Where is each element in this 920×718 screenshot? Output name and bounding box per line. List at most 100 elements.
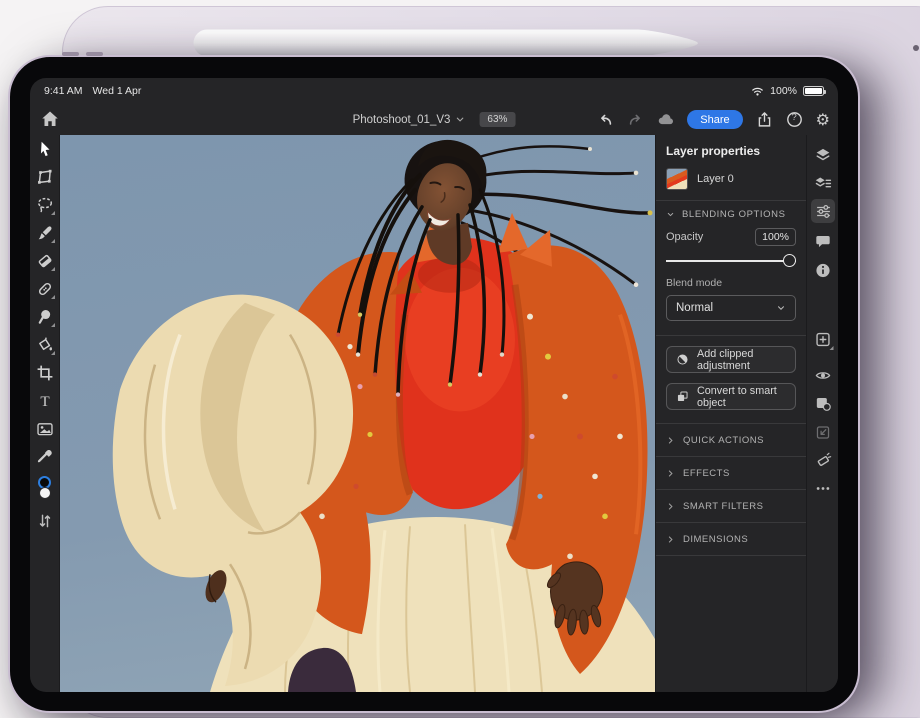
color-swatches — [35, 476, 55, 502]
clipped-adjustment-icon — [676, 353, 689, 366]
section-label: SMART FILTERS — [683, 501, 763, 512]
cloud-sync-icon[interactable] — [657, 111, 674, 128]
settings-gear-icon[interactable]: ⚙ — [816, 112, 830, 128]
tool-options-triangle — [51, 323, 55, 327]
place-image-tool[interactable] — [36, 420, 54, 438]
blending-options-header[interactable]: BLENDING OPTIONS — [656, 201, 806, 228]
section-smart-filters[interactable]: SMART FILTERS — [656, 490, 806, 523]
type-tool[interactable] — [36, 392, 54, 410]
photoshop-app-screen: 9:41 AM Wed 1 Apr 100% Photoshoot_01_V3 — [30, 78, 838, 692]
stage: 9:41 AM Wed 1 Apr 100% Photoshoot_01_V3 — [0, 0, 920, 718]
section-label: EFFECTS — [683, 468, 730, 479]
document-group: Photoshoot_01_V3 63% — [353, 104, 516, 135]
document-canvas[interactable] — [60, 135, 655, 692]
opacity-slider[interactable] — [666, 254, 796, 268]
document-title-dropdown[interactable]: Photoshoot_01_V3 — [353, 114, 466, 126]
move-tool[interactable] — [36, 140, 54, 158]
adjust-sliders-selected[interactable] — [811, 199, 835, 223]
clone-stamp-tool[interactable] — [36, 308, 54, 326]
tool-options-triangle — [51, 267, 55, 271]
background-color-swatch[interactable] — [39, 487, 51, 499]
volume-down-button — [86, 52, 103, 56]
eyedropper-tool[interactable] — [36, 448, 54, 466]
adjust-sliders-icon — [815, 203, 832, 220]
tool-options-triangle — [51, 295, 55, 299]
right-icon-rail — [806, 135, 838, 692]
status-bar: 9:41 AM Wed 1 Apr 100% — [30, 78, 838, 104]
top-toolbar: Photoshoot_01_V3 63% Share ? ⚙ — [30, 104, 838, 135]
document-title: Photoshoot_01_V3 — [353, 114, 451, 126]
info-icon[interactable] — [814, 262, 831, 279]
add-layer-icon[interactable] — [814, 331, 831, 348]
layer-properties-panel: Layer properties Layer 0 BLENDING OPTION… — [655, 135, 806, 692]
toolbar-actions: Share ? ⚙ — [597, 104, 830, 135]
smart-object-icon — [676, 390, 689, 403]
slider-track — [666, 260, 796, 262]
photo-illustration — [60, 135, 655, 692]
section-label: QUICK ACTIONS — [683, 435, 764, 446]
convert-smart-object-button[interactable]: Convert to smart object — [666, 383, 796, 410]
chevron-right-icon — [666, 436, 675, 445]
add-mask-icon[interactable] — [814, 395, 831, 412]
share-button[interactable]: Share — [687, 110, 742, 129]
more-options-icon[interactable] — [814, 480, 831, 497]
redo-icon[interactable] — [627, 111, 644, 128]
eraser-tool[interactable] — [36, 252, 54, 270]
opacity-value[interactable]: 100% — [755, 228, 796, 246]
section-effects[interactable]: EFFECTS — [656, 457, 806, 490]
status-right: 100% — [751, 85, 824, 98]
tool-options-triangle — [829, 346, 833, 350]
fill-tool[interactable] — [36, 336, 54, 354]
zoom-level-badge[interactable]: 63% — [479, 112, 515, 127]
chevron-right-icon — [666, 469, 675, 478]
blend-mode-value: Normal — [676, 302, 713, 314]
layer-properties-icon[interactable] — [814, 175, 831, 192]
tool-options-triangle — [51, 351, 55, 355]
section-quick-actions[interactable]: QUICK ACTIONS — [656, 424, 806, 457]
add-clipped-adjustment-button[interactable]: Add clipped adjustment — [666, 346, 796, 373]
healing-brush-tool[interactable] — [36, 280, 54, 298]
layer-row[interactable]: Layer 0 — [662, 166, 800, 192]
export-icon[interactable] — [756, 111, 773, 128]
blend-mode-select[interactable]: Normal — [666, 295, 796, 321]
button-label: Convert to smart object — [697, 385, 786, 409]
comment-icon[interactable] — [814, 233, 831, 250]
opacity-row: Opacity 100% — [656, 228, 806, 246]
layer-visibility-icon[interactable] — [814, 367, 831, 384]
crop-tool[interactable] — [36, 364, 54, 382]
panel-title: Layer properties — [666, 144, 796, 158]
brush-tool[interactable] — [36, 224, 54, 242]
volume-up-button — [62, 52, 79, 56]
slider-knob[interactable] — [783, 254, 796, 267]
chevron-down-icon — [776, 303, 786, 313]
home-icon[interactable] — [40, 109, 60, 129]
clock-date: Wed 1 Apr — [93, 85, 142, 97]
swap-colors-icon[interactable] — [36, 512, 54, 530]
delete-layer-icon[interactable] — [814, 452, 831, 469]
layer-name: Layer 0 — [697, 173, 734, 185]
opacity-label: Opacity — [666, 231, 703, 243]
blend-mode-label: Blend mode — [666, 277, 796, 289]
wifi-icon — [751, 85, 764, 98]
chevron-down-icon — [666, 210, 675, 219]
lasso-select-tool[interactable] — [36, 196, 54, 214]
section-dimensions[interactable]: DIMENSIONS — [656, 523, 806, 556]
clock-time: 9:41 AM — [44, 85, 83, 97]
status-left: 9:41 AM Wed 1 Apr — [44, 85, 141, 97]
chevron-down-icon — [454, 114, 465, 125]
rear-mic-dot — [913, 45, 919, 51]
chevron-right-icon — [666, 502, 675, 511]
help-glyph: ? — [786, 112, 803, 123]
clip-mask-icon[interactable] — [814, 424, 831, 441]
undo-icon[interactable] — [597, 111, 614, 128]
button-label: Add clipped adjustment — [697, 348, 786, 372]
layer-thumbnail — [666, 168, 688, 190]
layers-icon[interactable] — [814, 147, 831, 164]
front-ipad-device: 9:41 AM Wed 1 Apr 100% Photoshoot_01_V3 — [8, 55, 860, 713]
chevron-right-icon — [666, 535, 675, 544]
transform-tool[interactable] — [36, 168, 54, 186]
section-label: DIMENSIONS — [683, 534, 748, 545]
divider — [656, 335, 806, 336]
tool-rail — [30, 135, 60, 692]
help-icon[interactable]: ? — [786, 111, 803, 128]
